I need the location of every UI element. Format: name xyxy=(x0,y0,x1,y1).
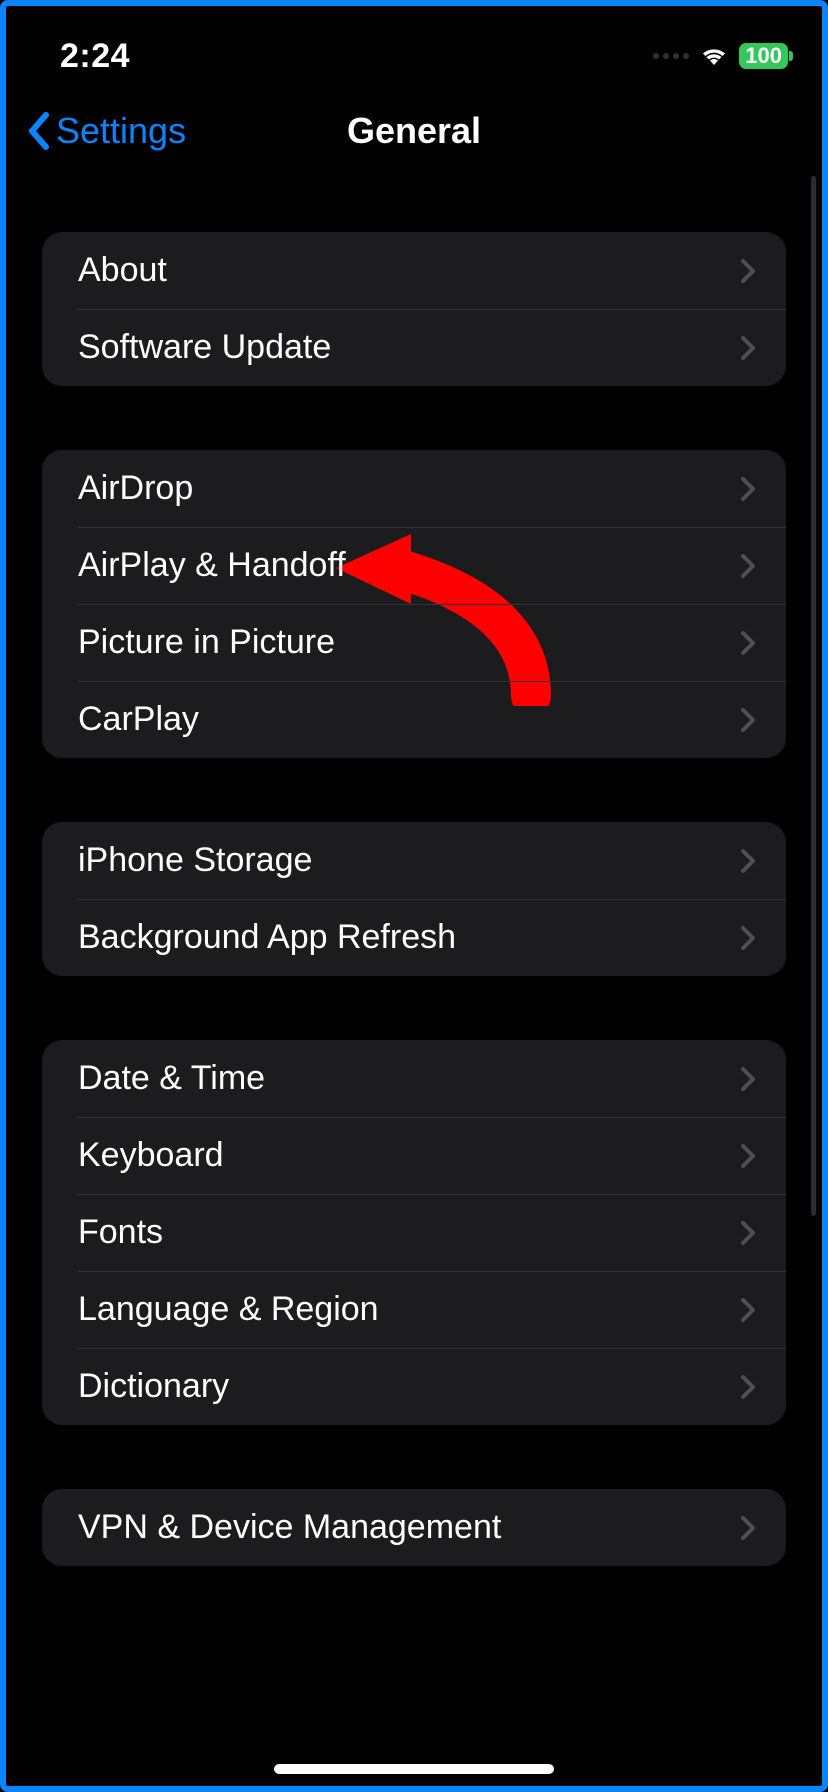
row-language-region[interactable]: Language & Region xyxy=(42,1271,786,1348)
row-dictionary[interactable]: Dictionary xyxy=(42,1348,786,1425)
nav-header: Settings General xyxy=(6,86,822,176)
chevron-right-icon xyxy=(740,707,756,733)
chevron-right-icon xyxy=(740,925,756,951)
row-date-time[interactable]: Date & Time xyxy=(42,1040,786,1117)
chevron-right-icon xyxy=(740,630,756,656)
row-iphone-storage[interactable]: iPhone Storage xyxy=(42,822,786,899)
row-software-update[interactable]: Software Update xyxy=(42,309,786,386)
row-label: Language & Region xyxy=(78,1290,379,1329)
row-picture-in-picture[interactable]: Picture in Picture xyxy=(42,604,786,681)
row-label: Background App Refresh xyxy=(78,918,456,957)
row-label: Date & Time xyxy=(78,1059,265,1098)
row-label: AirPlay & Handoff xyxy=(78,546,346,585)
chevron-right-icon xyxy=(740,1297,756,1323)
status-bar: 2:24 100 xyxy=(6,6,822,86)
row-label: iPhone Storage xyxy=(78,841,312,880)
chevron-right-icon xyxy=(740,1515,756,1541)
settings-content: About Software Update AirDrop AirPlay & xyxy=(6,232,822,1566)
row-label: Fonts xyxy=(78,1213,163,1252)
home-indicator[interactable] xyxy=(274,1764,554,1774)
settings-group-5: VPN & Device Management xyxy=(42,1489,786,1566)
settings-group-1: About Software Update xyxy=(42,232,786,386)
row-airplay-handoff[interactable]: AirPlay & Handoff xyxy=(42,527,786,604)
row-label: Picture in Picture xyxy=(78,623,335,662)
settings-group-2: AirDrop AirPlay & Handoff Picture in Pic… xyxy=(42,450,786,758)
cellular-dots-icon xyxy=(653,53,689,59)
battery-level-badge: 100 xyxy=(739,43,788,69)
chevron-right-icon xyxy=(740,553,756,579)
row-label: About xyxy=(78,251,167,290)
chevron-right-icon xyxy=(740,258,756,284)
back-button[interactable]: Settings xyxy=(26,110,186,152)
status-time: 2:24 xyxy=(60,37,130,76)
row-keyboard[interactable]: Keyboard xyxy=(42,1117,786,1194)
chevron-left-icon xyxy=(26,111,52,151)
row-label: Keyboard xyxy=(78,1136,224,1175)
row-label: Dictionary xyxy=(78,1367,229,1406)
row-label: Software Update xyxy=(78,328,331,367)
row-vpn-device-management[interactable]: VPN & Device Management xyxy=(42,1489,786,1566)
row-airdrop[interactable]: AirDrop xyxy=(42,450,786,527)
row-background-app-refresh[interactable]: Background App Refresh xyxy=(42,899,786,976)
row-fonts[interactable]: Fonts xyxy=(42,1194,786,1271)
row-label: CarPlay xyxy=(78,700,199,739)
settings-group-4: Date & Time Keyboard Fonts Language & Re… xyxy=(42,1040,786,1425)
row-carplay[interactable]: CarPlay xyxy=(42,681,786,758)
chevron-right-icon xyxy=(740,1143,756,1169)
settings-group-3: iPhone Storage Background App Refresh xyxy=(42,822,786,976)
chevron-right-icon xyxy=(740,1374,756,1400)
chevron-right-icon xyxy=(740,335,756,361)
chevron-right-icon xyxy=(740,1220,756,1246)
chevron-right-icon xyxy=(740,848,756,874)
chevron-right-icon xyxy=(740,476,756,502)
row-label: AirDrop xyxy=(78,469,193,508)
wifi-icon xyxy=(699,45,729,67)
row-label: VPN & Device Management xyxy=(78,1508,501,1547)
status-right-cluster: 100 xyxy=(653,43,788,69)
row-about[interactable]: About xyxy=(42,232,786,309)
back-label: Settings xyxy=(56,110,186,152)
chevron-right-icon xyxy=(740,1066,756,1092)
